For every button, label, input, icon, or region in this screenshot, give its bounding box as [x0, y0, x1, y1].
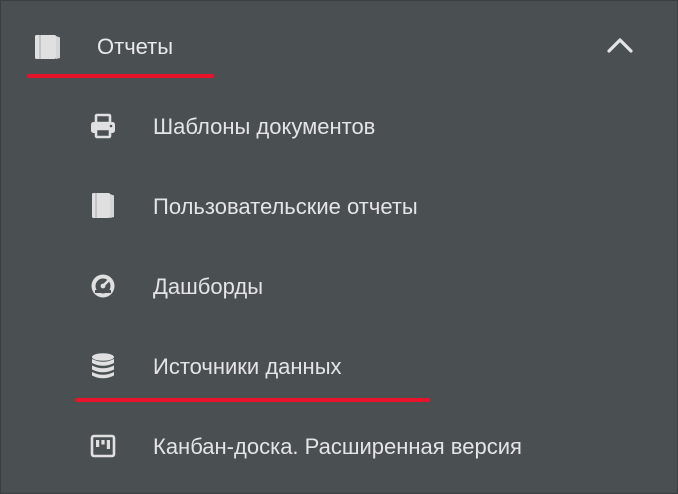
active-item-underline — [75, 398, 430, 402]
menu-item-dashboards[interactable]: Дашборды — [1, 257, 678, 317]
menu-item-label: Источники данных — [153, 354, 342, 379]
database-icon — [87, 350, 119, 382]
menu-item-label: Шаблоны документов — [153, 114, 376, 139]
menu-item-kanban-board[interactable]: Канбан-доска. Расширенная версия — [1, 417, 678, 477]
menu-item-document-templates[interactable]: Шаблоны документов — [1, 97, 678, 157]
chevron-up-icon[interactable] — [605, 35, 635, 57]
report-book-icon — [33, 33, 63, 61]
menu-item-user-reports[interactable]: Пользовательские отчеты — [1, 177, 678, 237]
printer-icon — [87, 110, 119, 142]
report-book-icon — [87, 190, 119, 222]
reports-section-header[interactable]: Отчеты — [1, 1, 678, 93]
section-title: Отчеты — [97, 34, 174, 59]
menu-item-label: Канбан-доска. Расширенная версия — [153, 434, 522, 459]
menu-item-label: Пользовательские отчеты — [153, 194, 418, 219]
menu-panel: Отчеты Шаблоны документов Пользовательск… — [0, 0, 678, 494]
kanban-board-icon — [87, 430, 119, 462]
dashboard-gauge-icon — [87, 270, 119, 302]
section-header-underline — [27, 74, 214, 78]
menu-item-data-sources[interactable]: Источники данных — [1, 337, 678, 397]
menu-item-label: Дашборды — [153, 274, 263, 299]
